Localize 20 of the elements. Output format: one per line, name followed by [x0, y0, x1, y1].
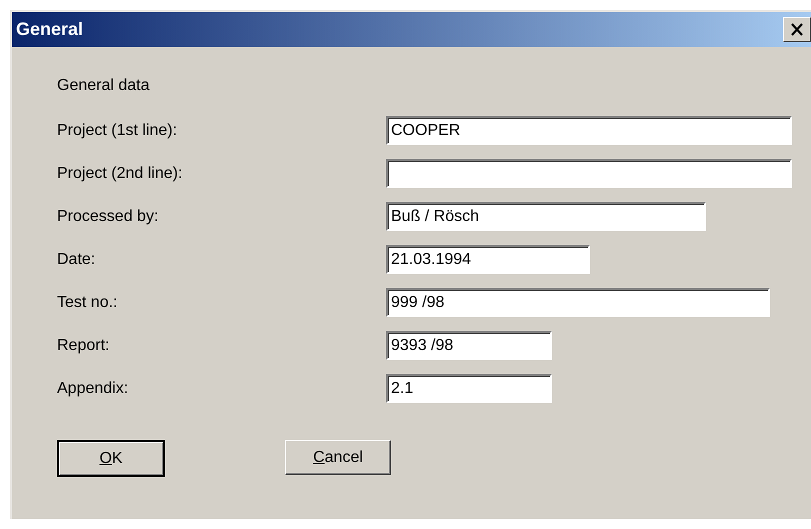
field-label: Report:	[57, 336, 110, 354]
text-field[interactable]: COOPER	[386, 116, 792, 145]
cancel-button[interactable]: Cancel	[285, 440, 391, 475]
text-field[interactable]: 2.1	[386, 374, 552, 403]
close-icon	[790, 23, 804, 36]
field-label: Project (1st line):	[57, 122, 178, 140]
window-title: General	[16, 19, 84, 40]
field-label: Date:	[57, 250, 96, 268]
field-label: Processed by:	[57, 208, 160, 226]
text-field[interactable]: 21.03.1994	[386, 245, 590, 274]
text-field[interactable]: Buß / Rösch	[386, 202, 706, 231]
field-label: Project (2nd line):	[57, 164, 184, 182]
text-field[interactable]: 9393 /98	[386, 331, 552, 360]
close-button[interactable]	[783, 17, 811, 42]
text-field[interactable]	[386, 159, 792, 188]
field-label: Appendix:	[57, 380, 130, 398]
ok-button[interactable]: OK	[57, 440, 165, 477]
text-field[interactable]: 999 /98	[386, 288, 770, 317]
field-label: Test no.:	[57, 294, 118, 312]
section-title: General data	[57, 77, 151, 95]
